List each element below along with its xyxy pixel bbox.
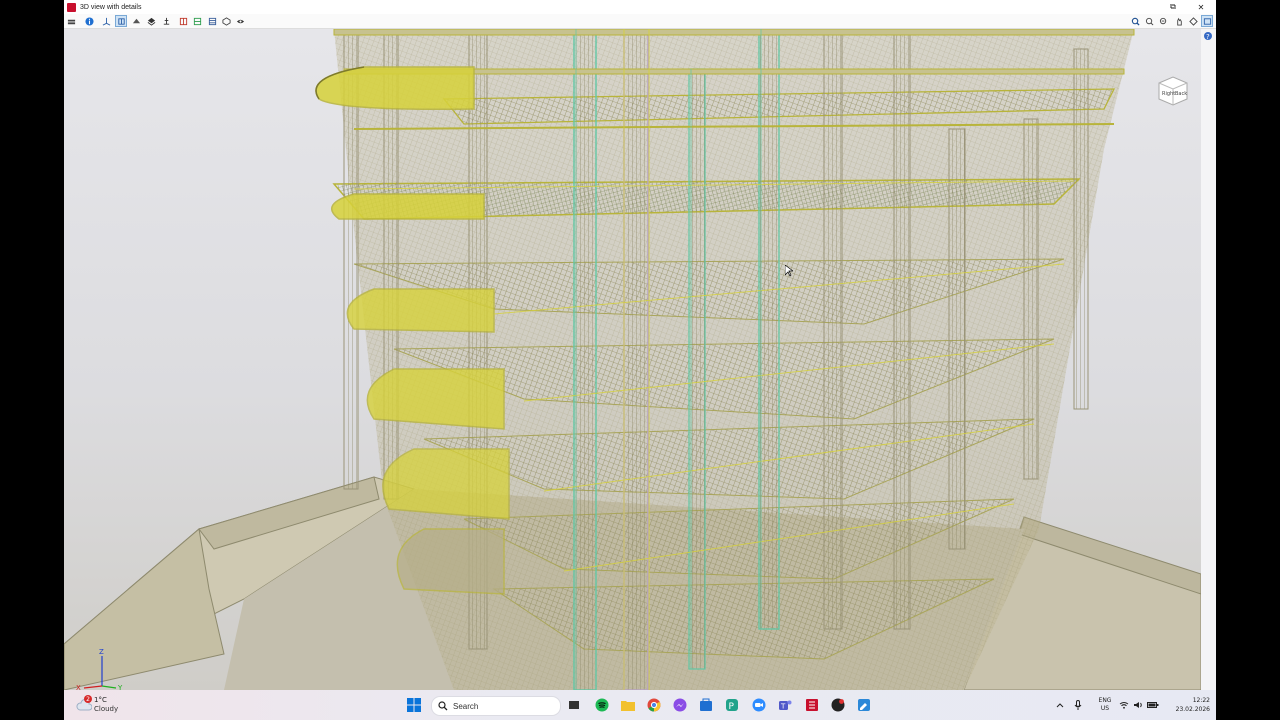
box-icon[interactable] [178, 16, 188, 26]
task-view-icon[interactable] [566, 697, 582, 713]
weather-condition: Cloudy [94, 705, 119, 713]
file-explorer-icon[interactable] [620, 697, 636, 713]
store-icon[interactable] [698, 697, 714, 713]
teams-icon[interactable]: T [777, 697, 793, 713]
weather-temp: 1°C [94, 696, 107, 704]
3d-viewport[interactable]: Right Back Z X Y [64, 29, 1201, 690]
teal-app-icon[interactable]: P [724, 697, 740, 713]
weather-widget[interactable]: 2 1°C Cloudy [76, 695, 136, 715]
tray-overflow-icon[interactable] [1054, 690, 1066, 720]
chrome-icon[interactable] [646, 697, 662, 713]
navcube-right-label: Back [1175, 91, 1187, 97]
rotate-icon[interactable] [1188, 16, 1198, 26]
svg-text:P: P [729, 702, 735, 712]
right-panel-strip: ? [1201, 29, 1216, 690]
volume-icon[interactable] [1132, 690, 1144, 720]
app-window: 3D view with details ⧉ ✕ Right Back Z X … [64, 0, 1216, 690]
taskbar-search[interactable]: Search [431, 696, 561, 716]
object-icon[interactable] [161, 16, 171, 26]
render-icon[interactable] [146, 16, 156, 26]
app-logo-icon [67, 2, 76, 12]
taskbar: 2 1°C Cloudy Search P T ENG US 12:22 23.… [64, 690, 1216, 720]
editor-app-icon[interactable] [856, 697, 872, 713]
navcube-left-label: Right [1162, 91, 1175, 97]
close-button[interactable]: ✕ [1192, 0, 1210, 14]
zoom-window-icon[interactable] [1158, 16, 1168, 26]
structure-model[interactable] [64, 29, 1201, 690]
restore-button[interactable]: ⧉ [1164, 0, 1182, 14]
clock-date: 23.02.2026 [1175, 706, 1210, 713]
dark-app-icon[interactable] [830, 697, 846, 713]
search-icon [438, 701, 448, 711]
filter-icon[interactable] [221, 16, 231, 26]
title-bar: 3D view with details ⧉ ✕ [64, 0, 1216, 14]
eye-icon[interactable] [235, 16, 245, 26]
toolbar [64, 14, 1216, 29]
window-title: 3D view with details [80, 3, 142, 11]
view-options-icon[interactable] [1201, 15, 1213, 27]
help-icon[interactable]: ? [1203, 31, 1213, 41]
battery-icon[interactable] [1146, 690, 1160, 720]
frame-icon[interactable] [207, 16, 217, 26]
svg-text:?: ? [1206, 33, 1210, 41]
structural-app-icon[interactable] [804, 697, 820, 713]
weather-badge: 2 [84, 695, 92, 703]
axis-triad: Z X Y [72, 644, 132, 690]
info-icon[interactable] [84, 16, 94, 26]
mouse-cursor-icon [784, 262, 795, 281]
axis-z-label: Z [99, 648, 104, 656]
grid-icon[interactable] [192, 16, 202, 26]
view-icon[interactable] [131, 16, 141, 26]
system-clock[interactable]: 12:22 23.02.2026 [1160, 696, 1210, 714]
svg-text:T: T [780, 703, 786, 711]
search-label: Search [453, 701, 479, 711]
clock-time: 12:22 [1192, 697, 1210, 704]
windows-start-icon[interactable] [406, 697, 422, 713]
microphone-icon[interactable] [1072, 690, 1084, 720]
navigation-cube[interactable]: Right Back [1156, 75, 1190, 107]
language-line2: US [1100, 705, 1110, 712]
wifi-icon[interactable] [1118, 690, 1130, 720]
messenger-icon[interactable] [672, 697, 688, 713]
spotify-icon[interactable] [594, 697, 610, 713]
layers-icon[interactable] [66, 16, 76, 26]
zoom-icon[interactable] [751, 697, 767, 713]
zoom-in-icon[interactable] [1144, 16, 1154, 26]
section-icon[interactable] [115, 15, 127, 27]
zoom-extents-icon[interactable] [1130, 16, 1140, 26]
axis-icon[interactable] [101, 16, 111, 26]
language-indicator[interactable]: ENG US [1094, 697, 1116, 713]
language-line1: ENG [1098, 697, 1112, 704]
pan-icon[interactable] [1174, 16, 1184, 26]
